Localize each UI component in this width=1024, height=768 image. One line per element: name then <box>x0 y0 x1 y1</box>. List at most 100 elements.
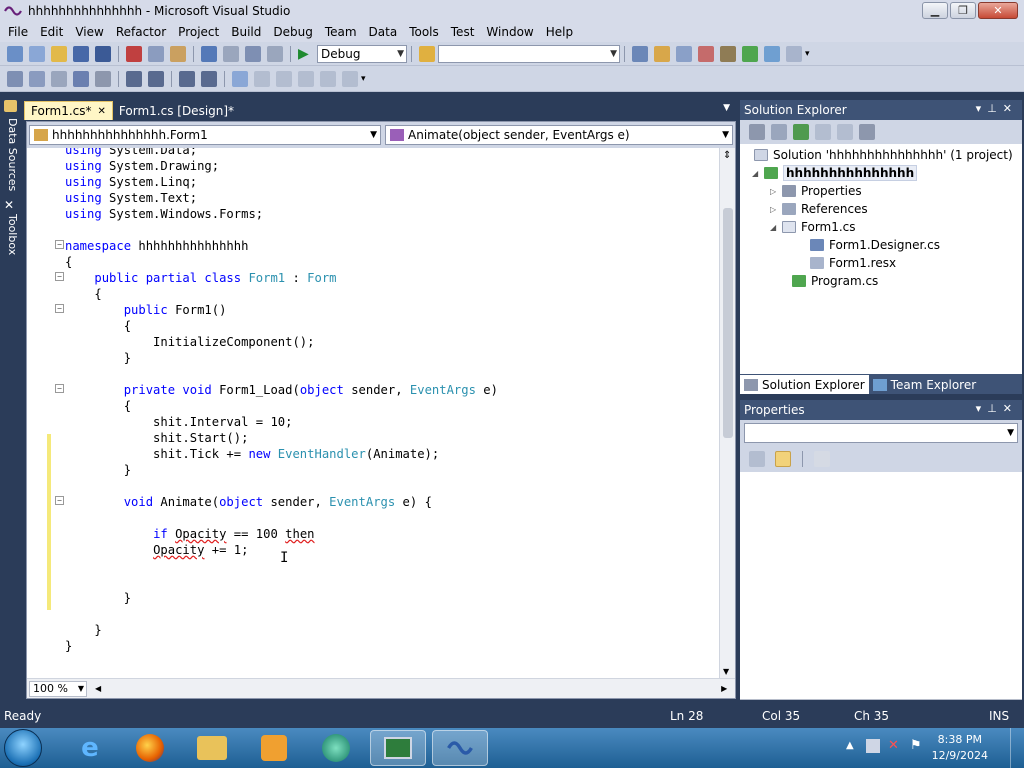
property-pages-icon[interactable] <box>814 451 830 467</box>
open-file-icon[interactable] <box>51 45 67 62</box>
panel-controls[interactable]: ▾⊥✕ <box>976 102 1018 115</box>
tree-item-form1-resx[interactable]: Form1.resx <box>810 254 896 272</box>
tab-form1-design[interactable]: Form1.cs [Design]* <box>113 101 240 120</box>
menu-test[interactable]: Test <box>445 25 481 39</box>
close-icon[interactable]: ✕ <box>98 106 106 117</box>
taskbar-media-player[interactable] <box>246 730 302 766</box>
new-project-icon[interactable] <box>7 45 23 62</box>
start-debugging-icon[interactable]: ▶ <box>298 46 314 62</box>
tab-form1-cs[interactable]: Form1.cs* ✕ <box>24 101 113 120</box>
menu-edit[interactable]: Edit <box>34 25 69 39</box>
taskbar-explorer[interactable] <box>184 730 240 766</box>
horizontal-scrollbar[interactable]: 100 % ▼ ◀ ▶ <box>27 678 735 698</box>
clock[interactable]: 8:38 PM 12/9/2024 <box>932 732 988 764</box>
alphabetical-icon[interactable] <box>775 451 791 467</box>
display-options-icon[interactable] <box>95 70 111 87</box>
paste-icon[interactable] <box>170 45 186 62</box>
expand-icon[interactable]: ▷ <box>770 187 782 196</box>
comment-lines-icon[interactable] <box>179 70 195 87</box>
properties-grid[interactable] <box>740 472 1022 700</box>
next-bookmark-icon[interactable] <box>276 70 292 87</box>
network-icon[interactable] <box>866 739 880 753</box>
tree-item-form1-designer[interactable]: Form1.Designer.cs <box>810 236 940 254</box>
cut-icon[interactable] <box>126 45 142 62</box>
outline-collapse-icon[interactable]: − <box>55 304 64 313</box>
tab-team-explorer[interactable]: Team Explorer <box>869 375 981 394</box>
class-diagram-icon[interactable] <box>859 124 875 140</box>
toolbox-tab[interactable]: Toolbox <box>3 214 19 255</box>
toolbar-overflow-icon[interactable]: ▾ <box>805 49 810 59</box>
close-button[interactable]: ✕ <box>978 2 1018 19</box>
save-icon[interactable] <box>73 45 89 62</box>
list-members-icon[interactable] <box>7 70 23 87</box>
parameter-info-icon[interactable] <box>29 70 45 87</box>
undo-icon[interactable] <box>201 45 217 62</box>
volume-muted-icon[interactable]: ✕ <box>888 738 899 753</box>
previous-bookmark-folder-icon[interactable] <box>298 70 314 87</box>
collapse-icon[interactable]: ◢ <box>770 223 782 232</box>
menu-refactor[interactable]: Refactor <box>110 25 172 39</box>
menu-tools[interactable]: Tools <box>403 25 445 39</box>
properties-window-icon[interactable] <box>654 45 670 62</box>
view-code-icon[interactable] <box>815 124 831 140</box>
properties-icon[interactable] <box>749 124 765 140</box>
taskbar-app-green[interactable] <box>308 730 364 766</box>
toggle-bookmark-icon[interactable] <box>232 70 248 87</box>
tree-item-solution[interactable]: Solution 'hhhhhhhhhhhhhhh' (1 project) <box>754 146 1013 164</box>
chevron-down-icon[interactable]: ▼ <box>723 103 730 113</box>
view-designer-icon[interactable] <box>837 124 853 140</box>
code-editor[interactable]: hhhhhhhhhhhhhhh.Form1 ▼ Animate(object se… <box>26 121 736 699</box>
taskbar-internet-explorer[interactable]: e <box>62 730 118 766</box>
copy-icon[interactable] <box>148 45 164 62</box>
outline-collapse-icon[interactable]: − <box>55 496 64 505</box>
class-dropdown[interactable]: hhhhhhhhhhhhhhh.Form1 ▼ <box>29 125 381 145</box>
start-page-icon[interactable] <box>742 45 758 62</box>
panel-controls[interactable]: ▾⊥✕ <box>976 402 1018 415</box>
outline-collapse-icon[interactable]: − <box>55 384 64 393</box>
outline-collapse-icon[interactable]: − <box>55 240 64 249</box>
save-all-icon[interactable] <box>95 45 111 62</box>
scroll-left-icon[interactable]: ◀ <box>95 684 101 693</box>
find-in-files-icon[interactable] <box>419 45 435 62</box>
zoom-select[interactable]: 100 % ▼ <box>29 680 87 697</box>
code-area[interactable]: − − − − − using System.Data; using Syste… <box>27 148 719 678</box>
find-combo[interactable]: ▼ <box>438 44 620 63</box>
solution-configuration-select[interactable]: Debug ▼ <box>317 44 407 63</box>
navigate-backward-icon[interactable] <box>245 45 261 62</box>
menu-project[interactable]: Project <box>172 25 225 39</box>
tree-item-properties[interactable]: ▷ Properties <box>770 182 862 200</box>
taskbar-visual-studio[interactable] <box>432 730 488 766</box>
extension-manager-icon[interactable] <box>764 45 780 62</box>
minimize-button[interactable]: ▁ <box>922 2 948 19</box>
maximize-button[interactable]: ❐ <box>950 2 976 19</box>
tools-icon[interactable] <box>720 45 736 62</box>
menu-window[interactable]: Window <box>480 25 539 39</box>
menu-view[interactable]: View <box>69 25 109 39</box>
redo-icon[interactable] <box>223 45 239 62</box>
menu-data[interactable]: Data <box>363 25 404 39</box>
start-button[interactable] <box>4 729 42 767</box>
taskbar-monitor-app[interactable] <box>370 730 426 766</box>
toolbox-icon[interactable] <box>698 45 714 62</box>
categorized-icon[interactable] <box>749 451 765 467</box>
increase-indent-icon[interactable] <box>148 70 164 87</box>
outline-collapse-icon[interactable]: − <box>55 272 64 281</box>
uncomment-lines-icon[interactable] <box>201 70 217 87</box>
menu-help[interactable]: Help <box>540 25 579 39</box>
toolbar-overflow-icon[interactable]: ▾ <box>361 74 366 84</box>
scroll-thumb[interactable] <box>723 208 733 438</box>
decrease-indent-icon[interactable] <box>126 70 142 87</box>
add-item-icon[interactable] <box>29 45 45 62</box>
data-sources-tab[interactable]: Data Sources <box>3 118 19 191</box>
previous-bookmark-icon[interactable] <box>254 70 270 87</box>
action-center-icon[interactable]: ⚑ <box>910 738 922 753</box>
clear-bookmarks-icon[interactable] <box>342 70 358 87</box>
scroll-right-icon[interactable]: ▶ <box>721 684 727 693</box>
navigate-forward-icon[interactable] <box>267 45 283 62</box>
show-hidden-icons-icon[interactable]: ▲ <box>846 740 854 751</box>
member-dropdown[interactable]: Animate(object sender, EventArgs e) ▼ <box>385 125 733 145</box>
tree-item-project[interactable]: ◢ hhhhhhhhhhhhhhh <box>752 164 918 182</box>
expand-icon[interactable]: ▷ <box>770 205 782 214</box>
object-browser-icon[interactable] <box>676 45 692 62</box>
collapse-icon[interactable]: ◢ <box>752 169 764 178</box>
